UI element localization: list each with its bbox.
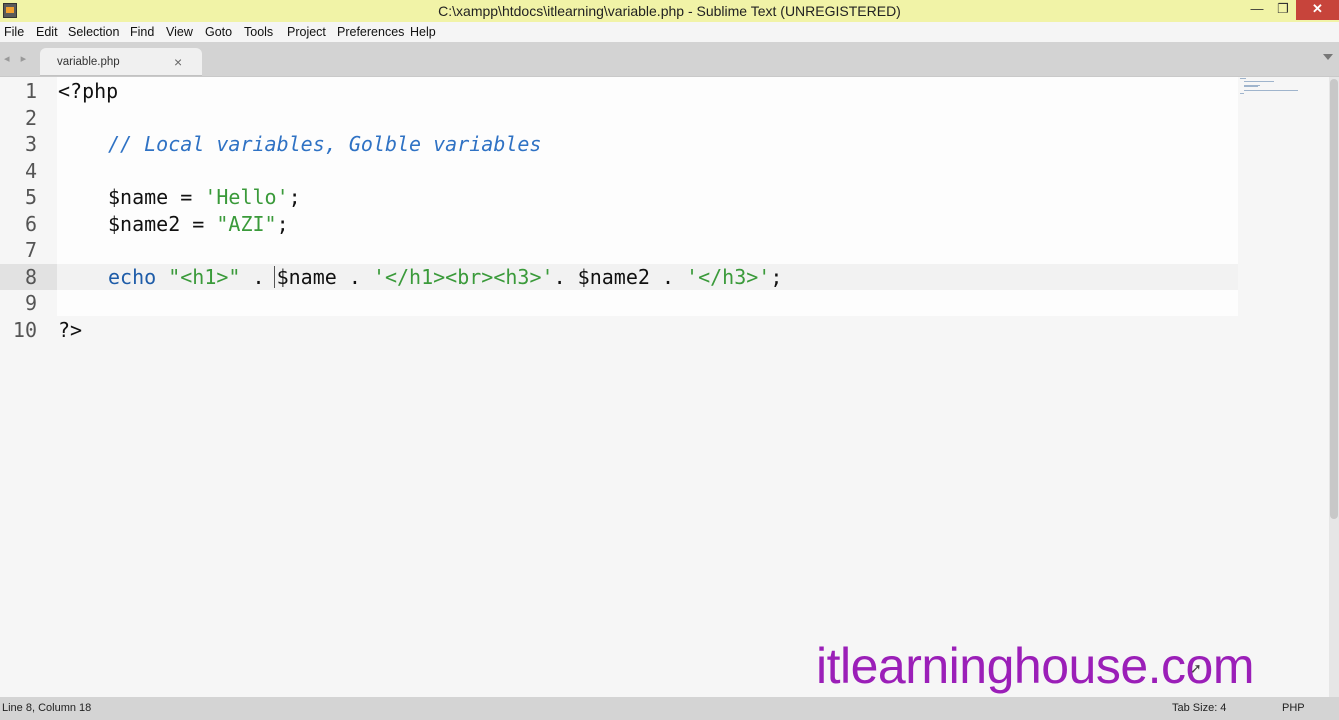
string-literal: "AZI" — [216, 212, 277, 236]
echo-keyword: echo — [108, 265, 157, 289]
syntax-indicator[interactable]: PHP — [1282, 702, 1305, 714]
vertical-scrollbar[interactable] — [1329, 77, 1339, 697]
line-number: 5 — [24, 185, 37, 209]
tab-close-icon[interactable]: × — [174, 54, 182, 70]
maximize-button[interactable]: ❐ — [1270, 0, 1296, 20]
string-literal: 'Hello' — [204, 185, 289, 209]
scrollbar-thumb[interactable] — [1330, 79, 1338, 519]
line-number: 6 — [24, 212, 37, 236]
code-line-6: $name2 = "AZI"; — [108, 212, 289, 236]
text-caret — [274, 266, 275, 288]
code-line-1: <?php — [58, 79, 119, 103]
line-number: 9 — [24, 291, 37, 315]
tab-nav-arrows[interactable]: ◂ ▸ — [4, 52, 30, 65]
semicolon: ; — [288, 185, 301, 209]
menu-tools[interactable]: Tools — [244, 25, 273, 39]
menu-edit[interactable]: Edit — [36, 25, 58, 39]
code-line-3-comment: // Local variables, Golble variables — [108, 132, 542, 156]
concat-op: . — [553, 265, 578, 289]
line-number: 1 — [24, 79, 37, 103]
semicolon: ; — [276, 212, 289, 236]
tab-size-indicator[interactable]: Tab Size: 4 — [1172, 702, 1226, 714]
status-bar: Line 8, Column 18 Tab Size: 4 PHP — [0, 697, 1339, 720]
menu-help[interactable]: Help — [410, 25, 436, 39]
var-name: $name — [276, 265, 337, 289]
menu-selection[interactable]: Selection — [68, 25, 119, 39]
window-title: C:\xampp\htdocs\itlearning\variable.php … — [438, 3, 901, 19]
tab-variable-php[interactable]: variable.php × — [40, 48, 202, 76]
line-number: 3 — [24, 132, 37, 156]
string-literal: '</h1><br><h3>' — [372, 265, 554, 289]
line-number: 7 — [24, 238, 37, 262]
semicolon: ; — [770, 265, 783, 289]
code-line-5: $name = 'Hello'; — [108, 185, 301, 209]
var-name2: $name2 — [577, 265, 650, 289]
concat-op: . — [240, 265, 277, 289]
menu-bar: File Edit Selection Find View Goto Tools… — [0, 22, 1339, 42]
assign-op: = — [168, 185, 205, 209]
close-button[interactable]: ✕ — [1296, 0, 1339, 20]
string-literal: '</h3>' — [686, 265, 771, 289]
line-number: 4 — [24, 159, 37, 183]
tab-bar: ◂ ▸ variable.php × — [0, 42, 1339, 77]
assign-op: = — [180, 212, 217, 236]
menu-preferences[interactable]: Preferences — [337, 25, 404, 39]
menu-file[interactable]: File — [4, 25, 24, 39]
concat-op: . — [336, 265, 373, 289]
tab-label: variable.php — [57, 56, 120, 68]
minimap[interactable] — [1238, 77, 1329, 97]
menu-goto[interactable]: Goto — [205, 25, 232, 39]
concat-op: . — [649, 265, 687, 289]
minimize-button[interactable]: — — [1244, 0, 1270, 20]
tab-dropdown-icon[interactable] — [1323, 54, 1333, 60]
code-editor[interactable]: 1 2 3 4 5 6 7 8 9 10 <?php // Local vari… — [0, 77, 1329, 697]
code-line-10: ?> — [58, 318, 83, 342]
cursor-position: Line 8, Column 18 — [2, 702, 92, 714]
title-bar: C:\xampp\htdocs\itlearning\variable.php … — [0, 0, 1339, 22]
var-name: $name — [108, 185, 169, 209]
string-literal: "<h1>" — [168, 265, 241, 289]
var-name2: $name2 — [108, 212, 181, 236]
menu-find[interactable]: Find — [130, 25, 154, 39]
line-number: 10 — [12, 318, 37, 342]
watermark-logo: itlearninghouse.com — [816, 638, 1255, 694]
line-number: 8 — [24, 265, 37, 289]
code-line-8: echo "<h1>" . $name . '</h1><br><h3>'. $… — [108, 265, 782, 289]
menu-view[interactable]: View — [166, 25, 193, 39]
line-number: 2 — [24, 106, 37, 130]
menu-project[interactable]: Project — [287, 25, 326, 39]
mouse-cursor-icon: ➚ — [1190, 660, 1202, 676]
